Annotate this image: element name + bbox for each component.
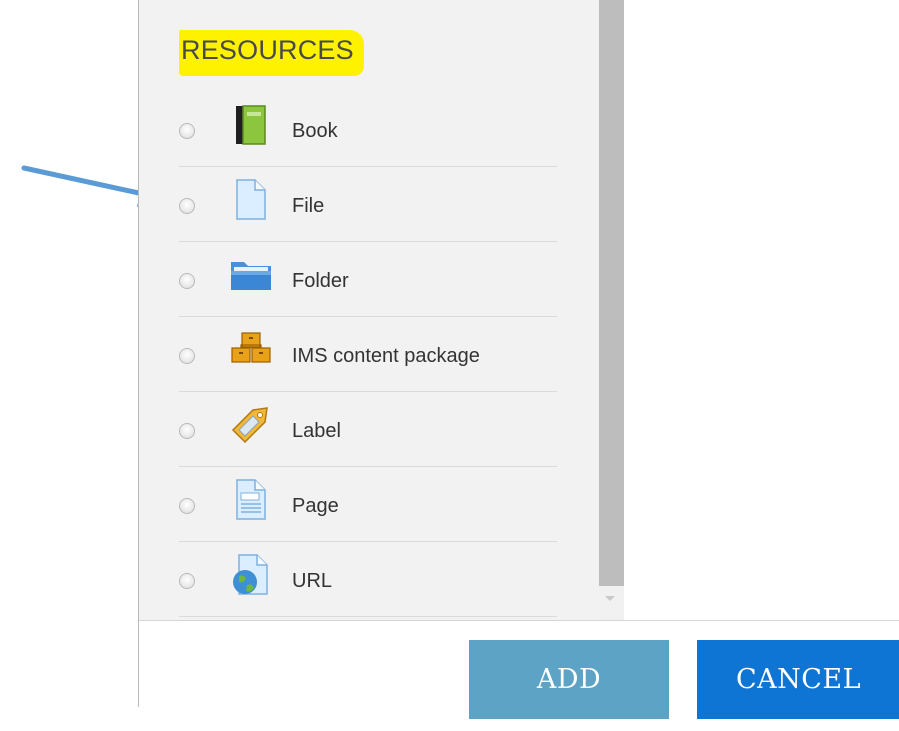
option-label: URL [292, 570, 333, 592]
option-file[interactable]: File [179, 167, 557, 242]
section-title: RESOURCES [179, 30, 364, 76]
radio-button[interactable] [179, 123, 195, 139]
resource-options-panel: RESOURCES Book File Folder IMS content p… [139, 0, 599, 620]
add-button[interactable]: ADD [469, 640, 669, 719]
radio-button[interactable] [179, 198, 195, 214]
radio-button[interactable] [179, 498, 195, 514]
cancel-button[interactable]: CANCEL [697, 640, 899, 719]
package-icon [229, 327, 273, 371]
book-icon [229, 102, 273, 146]
label-tag-icon [229, 402, 273, 446]
option-label: Page [292, 495, 339, 517]
option-label: Folder [292, 270, 349, 292]
option-url[interactable]: URL [179, 542, 557, 617]
option-label: Label [292, 420, 341, 442]
file-icon [229, 177, 273, 221]
scrollbar-thumb[interactable] [599, 0, 624, 586]
resource-list: Book File Folder IMS content package Lab… [179, 92, 557, 617]
option-page[interactable]: Page [179, 467, 557, 542]
scrollbar[interactable] [599, 0, 624, 620]
option-label: IMS content package [292, 345, 480, 367]
option-label-resource[interactable]: Label [179, 392, 557, 467]
option-label: Book [292, 120, 338, 142]
option-book[interactable]: Book [179, 92, 557, 167]
radio-button[interactable] [179, 348, 195, 364]
option-ims-content-package[interactable]: IMS content package [179, 317, 557, 392]
folder-icon [229, 252, 273, 296]
url-globe-icon [229, 552, 273, 596]
dialog-footer: ADD CANCEL [139, 620, 899, 719]
radio-button[interactable] [179, 573, 195, 589]
radio-button[interactable] [179, 423, 195, 439]
option-folder[interactable]: Folder [179, 242, 557, 317]
activity-chooser-dialog: RESOURCES Book File Folder IMS content p… [138, 0, 899, 719]
page-icon [229, 477, 273, 521]
option-label: File [292, 195, 325, 217]
radio-button[interactable] [179, 273, 195, 289]
scroll-down-arrow-icon[interactable] [605, 596, 615, 601]
